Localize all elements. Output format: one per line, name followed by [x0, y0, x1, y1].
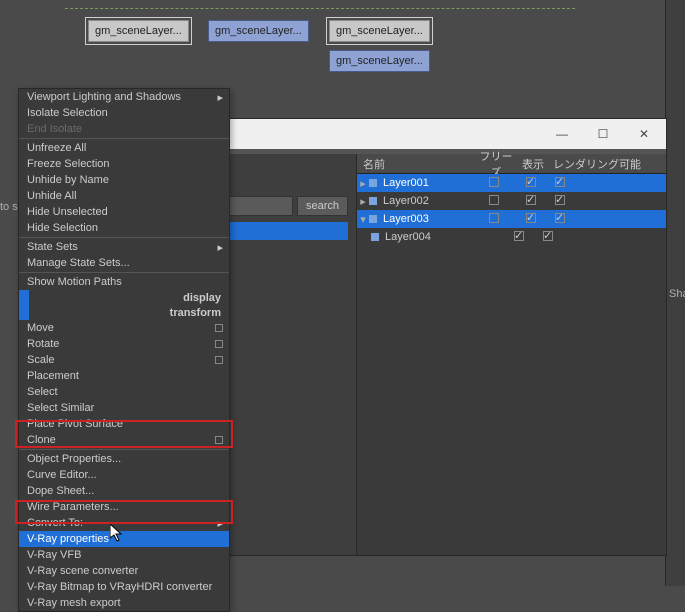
- header-name[interactable]: 名前: [357, 156, 475, 172]
- menu-viewport-lighting[interactable]: Viewport Lighting and Shadows▸: [19, 89, 229, 105]
- right-label-fragment: Sha: [669, 288, 685, 300]
- layer-icon: [369, 197, 377, 205]
- window-titlebar: — ☐ ✕: [174, 119, 666, 149]
- menu-dope-sheet[interactable]: Dope Sheet...: [19, 483, 229, 499]
- menu-separator: [19, 138, 229, 139]
- menu-unhide-all[interactable]: Unhide All: [19, 188, 229, 204]
- menu-select[interactable]: Select: [19, 384, 229, 400]
- tree-toggle-icon[interactable]: ▸: [357, 195, 369, 208]
- menu-place-pivot-surface[interactable]: Place Pivot Surface: [19, 416, 229, 432]
- submenu-arrow-icon: ▸: [217, 517, 223, 530]
- menu-select-similar[interactable]: Select Similar: [19, 400, 229, 416]
- renderable-checkbox[interactable]: [547, 213, 587, 226]
- menu-clone[interactable]: Clone: [19, 432, 229, 448]
- node-scene-layer-4[interactable]: gm_sceneLayer...: [329, 50, 430, 72]
- layer-list-body: ▸ Layer001 ▸ Layer002 ▾ Layer003 Layer004: [357, 174, 666, 555]
- flyout-box-icon: [215, 356, 223, 364]
- display-checkbox[interactable]: [515, 213, 547, 226]
- menu-curve-editor[interactable]: Curve Editor...: [19, 467, 229, 483]
- truncated-text-left: to s: [0, 201, 18, 213]
- layer-name: Layer003: [383, 213, 473, 225]
- window-maximize-button[interactable]: ☐: [583, 121, 623, 147]
- node-scene-layer-1[interactable]: gm_sceneLayer...: [88, 20, 189, 42]
- submenu-arrow-icon: ▸: [217, 91, 223, 104]
- menu-hide-unselected[interactable]: Hide Unselected: [19, 204, 229, 220]
- tree-toggle-icon[interactable]: ▾: [357, 213, 369, 226]
- freeze-checkbox[interactable]: [473, 213, 515, 226]
- freeze-checkbox[interactable]: [473, 195, 515, 208]
- menu-rotate[interactable]: Rotate: [19, 336, 229, 352]
- menu-wire-parameters[interactable]: Wire Parameters...: [19, 499, 229, 515]
- context-menu: Viewport Lighting and Shadows▸ Isolate S…: [18, 88, 230, 612]
- layer-name: Layer002: [383, 195, 473, 207]
- layer-row[interactable]: Layer004: [357, 228, 666, 246]
- renderable-checkbox[interactable]: [535, 231, 575, 244]
- menu-vray-properties[interactable]: V-Ray properties: [19, 531, 229, 547]
- flyout-box-icon: [215, 340, 223, 348]
- right-side-panel: Sha: [665, 0, 685, 586]
- menu-show-motion-paths[interactable]: Show Motion Paths: [19, 274, 229, 290]
- tree-toggle-icon[interactable]: ▸: [357, 177, 369, 190]
- menu-separator: [19, 449, 229, 450]
- layer-icon: [371, 233, 379, 241]
- menu-move[interactable]: Move: [19, 320, 229, 336]
- panel-right-pane: 名前 フリーズ 表示 レンダリング可能 ▸ Layer001 ▸ Layer002 ▾ L…: [357, 154, 666, 555]
- layer-row[interactable]: ▸ Layer001: [357, 174, 666, 192]
- layer-icon: [369, 179, 377, 187]
- freeze-checkbox[interactable]: [473, 177, 515, 190]
- search-button[interactable]: search: [297, 196, 348, 216]
- menu-end-isolate: End Isolate: [19, 121, 229, 137]
- menu-unfreeze-all[interactable]: Unfreeze All: [19, 140, 229, 156]
- layer-row[interactable]: ▾ Layer003: [357, 210, 666, 228]
- menu-object-properties[interactable]: Object Properties...: [19, 451, 229, 467]
- menu-section-display: display: [19, 290, 229, 305]
- menu-isolate-selection[interactable]: Isolate Selection: [19, 105, 229, 121]
- menu-unhide-by-name[interactable]: Unhide by Name: [19, 172, 229, 188]
- window-close-button[interactable]: ✕: [624, 121, 664, 147]
- layer-name: Layer001: [383, 177, 473, 189]
- flyout-box-icon: [215, 324, 223, 332]
- menu-vray-scene-converter[interactable]: V-Ray scene converter: [19, 563, 229, 579]
- node-graph-area: gm_sceneLayer... gm_sceneLayer... gm_sce…: [0, 0, 685, 90]
- display-checkbox[interactable]: [515, 177, 547, 190]
- renderable-checkbox[interactable]: [547, 177, 587, 190]
- menu-scale[interactable]: Scale: [19, 352, 229, 368]
- layer-icon: [369, 215, 377, 223]
- menu-manage-state-sets[interactable]: Manage State Sets...: [19, 255, 229, 271]
- header-renderable[interactable]: レンダリング可能: [549, 156, 648, 172]
- menu-convert-to[interactable]: Convert To:▸: [19, 515, 229, 531]
- renderable-checkbox[interactable]: [547, 195, 587, 208]
- menu-vray-bitmap-converter[interactable]: V-Ray Bitmap to VRayHDRI converter: [19, 579, 229, 595]
- layer-list-header: 名前 フリーズ 表示 レンダリング可能: [357, 154, 666, 174]
- menu-separator: [19, 237, 229, 238]
- menu-separator: [19, 272, 229, 273]
- menu-vray-vfb[interactable]: V-Ray VFB: [19, 547, 229, 563]
- header-display[interactable]: 表示: [517, 156, 549, 172]
- node-scene-layer-3[interactable]: gm_sceneLayer...: [329, 20, 430, 42]
- menu-hide-selection[interactable]: Hide Selection: [19, 220, 229, 236]
- menu-freeze-selection[interactable]: Freeze Selection: [19, 156, 229, 172]
- display-checkbox[interactable]: [503, 231, 535, 244]
- window-minimize-button[interactable]: —: [542, 121, 582, 147]
- menu-section-transform: transform: [19, 305, 229, 320]
- layers-window: — ☐ ✕ es search 名前 フリーズ 表示 レンダリング可能 ▸Lay…: [173, 118, 667, 556]
- layer-row[interactable]: ▸ Layer002: [357, 192, 666, 210]
- display-checkbox[interactable]: [515, 195, 547, 208]
- menu-placement[interactable]: Placement: [19, 368, 229, 384]
- submenu-arrow-icon: ▸: [217, 241, 223, 254]
- flyout-box-icon: [215, 436, 223, 444]
- menu-state-sets[interactable]: State Sets▸: [19, 239, 229, 255]
- node-scene-layer-2[interactable]: gm_sceneLayer...: [208, 20, 309, 42]
- layer-name: Layer004: [385, 231, 461, 243]
- menu-vray-mesh-export[interactable]: V-Ray mesh export: [19, 595, 229, 611]
